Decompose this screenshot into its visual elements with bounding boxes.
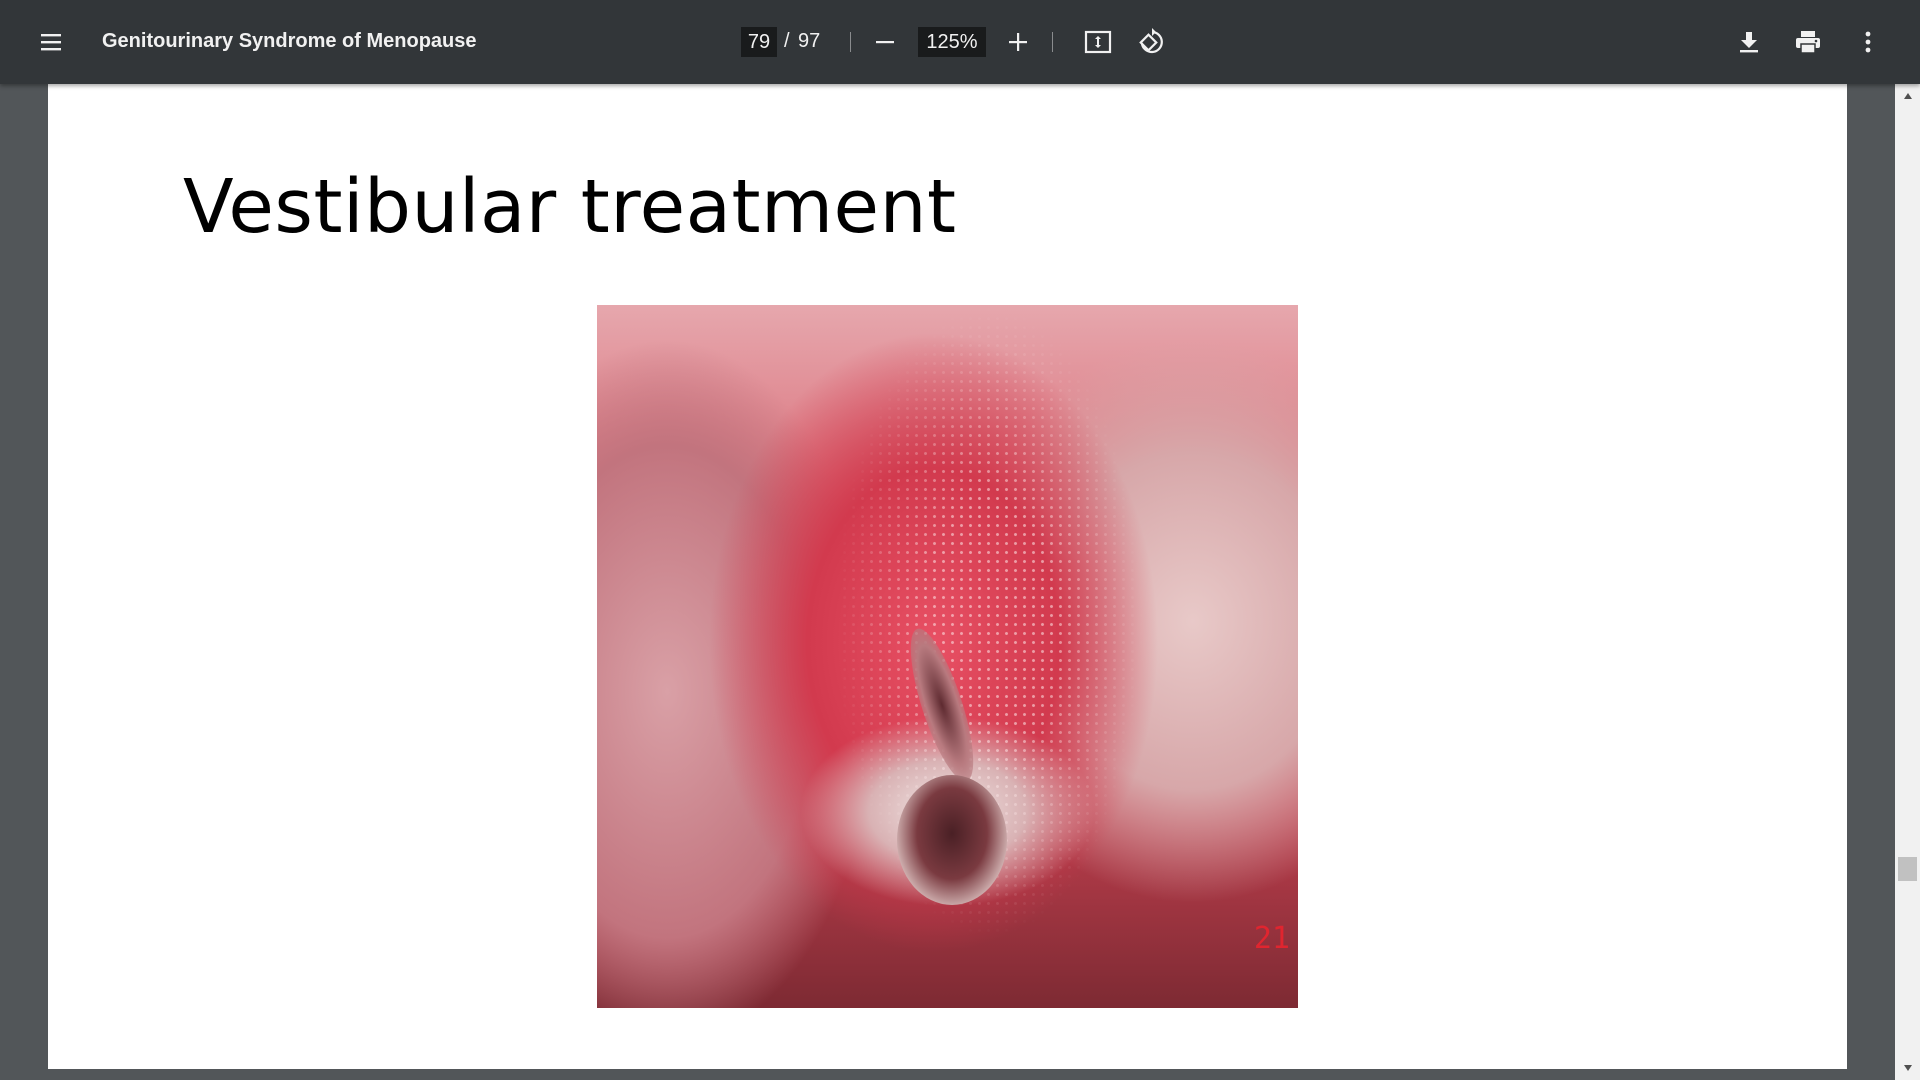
- slide-title: Vestibular treatment: [183, 164, 957, 250]
- more-vert-icon: [1865, 31, 1871, 53]
- document-title: Genitourinary Syndrome of Menopause: [102, 30, 477, 52]
- pdf-toolbar: Genitourinary Syndrome of Menopause 79 /…: [0, 0, 1920, 84]
- pdf-page: Vestibular treatment 21: [48, 84, 1847, 1069]
- print-button[interactable]: [1786, 20, 1830, 64]
- rotate-button[interactable]: [1129, 20, 1173, 64]
- zoom-input[interactable]: 125%: [918, 27, 986, 57]
- page-separator: /: [784, 30, 790, 52]
- download-icon: [1740, 32, 1758, 53]
- pdf-viewer[interactable]: Vestibular treatment 21: [0, 84, 1920, 1080]
- photo-number-label: 21: [1253, 921, 1290, 956]
- triangle-up-icon: [1903, 93, 1912, 99]
- minus-icon: [876, 41, 894, 44]
- photo-detail: [897, 775, 1007, 905]
- download-button[interactable]: [1727, 20, 1771, 64]
- menu-icon: [41, 34, 61, 51]
- rotate-icon: [1139, 28, 1163, 54]
- print-icon: [1796, 31, 1820, 54]
- triangle-down-icon: [1903, 1065, 1912, 1071]
- page-number-input[interactable]: 79: [741, 27, 777, 57]
- toolbar-divider: [850, 32, 851, 52]
- scroll-thumb[interactable]: [1898, 857, 1917, 881]
- fit-to-page-button[interactable]: [1076, 20, 1120, 64]
- plus-icon: [1009, 33, 1027, 51]
- page-total: 97: [798, 30, 821, 52]
- scroll-up-arrow[interactable]: [1895, 86, 1920, 106]
- zoom-in-button[interactable]: [996, 20, 1040, 64]
- clinical-photo: 21: [597, 305, 1298, 1008]
- toolbar-divider: [1052, 32, 1053, 52]
- scroll-down-arrow[interactable]: [1895, 1058, 1920, 1078]
- menu-button[interactable]: [29, 20, 73, 64]
- zoom-out-button[interactable]: [863, 20, 907, 64]
- fit-to-page-icon: [1084, 30, 1112, 54]
- more-actions-button[interactable]: [1846, 20, 1890, 64]
- vertical-scrollbar[interactable]: [1895, 84, 1920, 1080]
